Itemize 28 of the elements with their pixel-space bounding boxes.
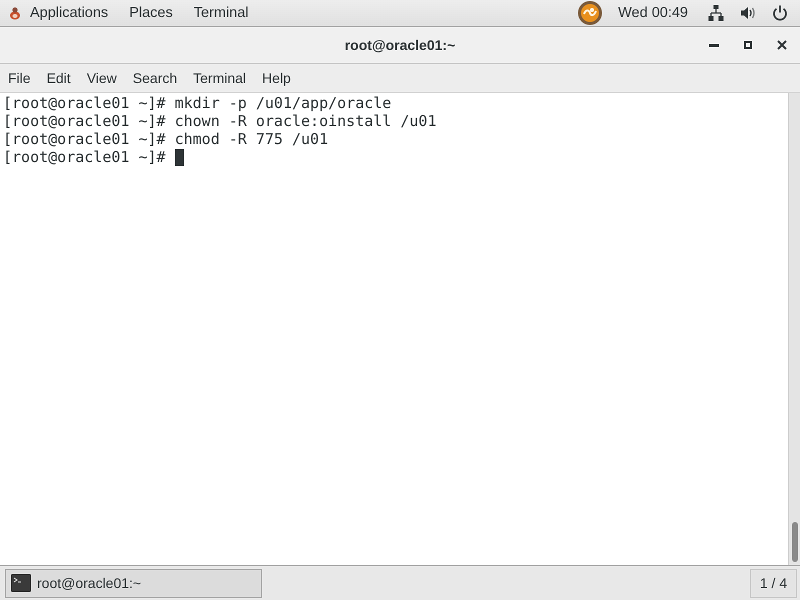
task-button[interactable]: root@oracle01:~ [5, 568, 262, 598]
window-title: root@oracle01:~ [344, 37, 456, 53]
circle-logo-icon[interactable] [578, 1, 602, 25]
power-icon[interactable] [772, 5, 788, 21]
close-icon [777, 40, 787, 50]
clock[interactable]: Wed 00:49 [618, 5, 688, 21]
terminal-line: [root@oracle01 ~]# mkdir -p /u01/app/oracle [3, 94, 392, 112]
terminal-icon [11, 574, 31, 592]
top-menu[interactable]: Terminal [194, 5, 249, 21]
terminal-line: [root@oracle01 ~]# chmod -R 775 /u01 [3, 130, 328, 148]
menu-item[interactable]: Edit [38, 70, 79, 86]
menu-item[interactable]: Search [124, 70, 186, 86]
menu-item[interactable]: File [0, 70, 39, 86]
top-menu[interactable]: Applications [30, 5, 108, 21]
top-menu[interactable]: Places [129, 5, 173, 21]
minimize-icon [709, 44, 719, 46]
maximize-icon [744, 41, 752, 49]
logo-icon [9, 6, 21, 20]
scrollbar-track[interactable] [788, 93, 800, 565]
workspace-indicator[interactable]: 1 / 4 [750, 568, 797, 598]
volume-icon[interactable] [740, 5, 756, 21]
terminal-line: [root@oracle01 ~]# chown -R oracle:oinstall /u01 [3, 112, 436, 130]
menu-item[interactable]: Help [254, 70, 299, 86]
network-icon[interactable] [708, 5, 724, 21]
menu-item[interactable]: Terminal [185, 70, 254, 86]
scrollbar-thumb[interactable] [792, 522, 798, 562]
terminal-line: [root@oracle01 ~]# [3, 148, 166, 166]
menu-item[interactable]: View [78, 70, 125, 86]
